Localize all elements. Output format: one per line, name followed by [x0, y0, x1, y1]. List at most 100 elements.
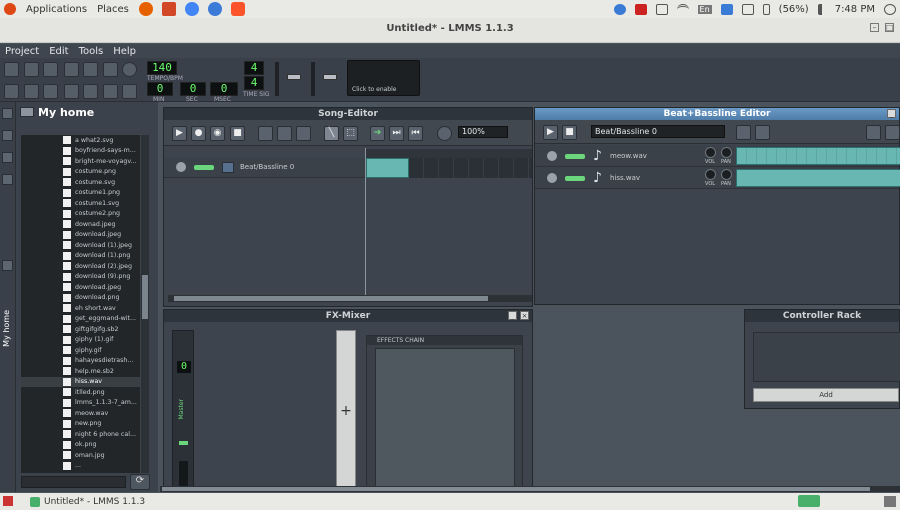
bb-add-automation-icon[interactable] — [755, 125, 770, 140]
file-item[interactable]: download.png — [21, 293, 140, 304]
file-item[interactable]: a what2.svg — [21, 135, 140, 146]
whats-this-icon[interactable] — [122, 62, 137, 77]
song-playhead[interactable] — [365, 148, 366, 300]
effects-chain-list[interactable] — [375, 348, 515, 488]
bb-track-row[interactable]: ♪ hiss.wav VOL PAN — [535, 167, 900, 189]
song-bb-pattern-block[interactable] — [366, 158, 409, 178]
project-notes-toggle-icon[interactable] — [103, 84, 118, 99]
add-automation-track-icon[interactable] — [296, 126, 311, 141]
fx-volume-fader[interactable] — [179, 461, 188, 489]
draw-mode-icon[interactable]: ╲ — [324, 126, 339, 141]
song-track-name[interactable]: Beat/Bassline 0 — [240, 163, 294, 171]
file-list[interactable]: a what2.svg boyfriend-says-m... bright-me-… — [21, 135, 140, 473]
file-item[interactable]: download.jpeg — [21, 230, 140, 241]
menu-edit[interactable]: Edit — [49, 46, 68, 57]
file-item[interactable]: ok.png — [21, 440, 140, 451]
my-samples-tab-icon[interactable] — [2, 152, 13, 163]
bb-remove-steps-icon[interactable] — [866, 125, 881, 140]
power-icon[interactable] — [884, 3, 896, 15]
sidebar-tab-my-home[interactable]: My home — [2, 310, 11, 347]
bluetooth-icon[interactable] — [720, 3, 733, 15]
vol-knob[interactable] — [705, 169, 716, 180]
bb-pattern-steps[interactable] — [736, 147, 900, 165]
automation-editor-toggle-icon[interactable] — [64, 84, 79, 99]
file-item[interactable]: costume2.png — [21, 209, 140, 220]
file-item[interactable]: download (9).png — [21, 272, 140, 283]
fx-mixer-title[interactable]: FX-Mixer — [164, 310, 532, 322]
volume-icon[interactable] — [817, 3, 826, 15]
bb-editor-title[interactable]: Beat+Bassline Editor — [535, 108, 899, 120]
places-menu[interactable]: Places — [97, 4, 129, 15]
open-project-icon[interactable] — [43, 62, 58, 77]
track-mute-led[interactable] — [194, 165, 214, 170]
loop-points-icon[interactable]: ⏭ — [389, 126, 404, 141]
file-item[interactable]: giphy.gif — [21, 345, 140, 356]
record-icon[interactable]: ● — [191, 126, 206, 141]
zoom-select[interactable]: 100% — [458, 126, 508, 138]
new-project-icon[interactable] — [4, 62, 19, 77]
file-item[interactable]: bright-me-voyagv... — [21, 156, 140, 167]
fx-close-icon[interactable]: × — [520, 311, 529, 320]
wifi-icon[interactable] — [676, 3, 689, 15]
file-item[interactable]: boyfriend-says-m... — [21, 146, 140, 157]
menu-help[interactable]: Help — [113, 46, 136, 57]
firefox-launcher-icon[interactable] — [138, 2, 153, 16]
mail-icon[interactable] — [741, 3, 754, 15]
add-sample-track-icon[interactable] — [277, 126, 292, 141]
song-horizontal-scrollbar[interactable] — [168, 295, 532, 302]
master-pitch-handle[interactable] — [323, 74, 337, 80]
file-item[interactable]: downad.jpeg — [21, 219, 140, 230]
trash-icon[interactable] — [884, 496, 896, 507]
bb-add-track-icon[interactable] — [736, 125, 751, 140]
keyboard-language[interactable]: En — [697, 4, 712, 14]
track-settings-gear-icon[interactable] — [176, 162, 186, 172]
song-scroll-thumb[interactable] — [174, 296, 488, 301]
stop-behavior-icon[interactable]: ⏮ — [408, 126, 423, 141]
file-item[interactable]: hahayesdietrash... — [21, 356, 140, 367]
minimize-icon[interactable]: – — [870, 23, 879, 32]
fx-mixer-toggle-icon[interactable] — [83, 84, 98, 99]
controller-rack-toggle-icon[interactable] — [122, 84, 137, 99]
fx-add-channel-button[interactable]: + — [336, 330, 356, 490]
bb-track-name[interactable]: meow.wav — [610, 152, 647, 160]
menu-tools[interactable]: Tools — [79, 46, 104, 57]
file-item[interactable]: help.me.sb2 — [21, 366, 140, 377]
master-volume-slider-track[interactable] — [275, 62, 279, 96]
file-item[interactable]: oman.jpg — [21, 450, 140, 461]
song-editor-title[interactable]: Song-Editor — [164, 108, 532, 120]
file-item[interactable]: costume.svg — [21, 177, 140, 188]
maximize-icon[interactable]: □ — [885, 23, 894, 32]
master-volume-handle[interactable] — [287, 74, 301, 80]
file-item[interactable]: night 6 phone cal... — [21, 429, 140, 440]
my-presets-tab-icon[interactable] — [2, 174, 13, 185]
my-projects-tab-icon[interactable] — [2, 130, 13, 141]
new-from-template-icon[interactable] — [24, 62, 39, 77]
update-icon[interactable] — [613, 3, 626, 15]
root-directory-tab-icon[interactable] — [2, 260, 13, 271]
brave-launcher-icon[interactable] — [230, 2, 245, 16]
export-project-icon[interactable] — [103, 62, 118, 77]
bb-minimize-icon[interactable]: _ — [887, 109, 896, 118]
play-icon[interactable]: ▶ — [172, 126, 187, 141]
vol-knob[interactable] — [705, 147, 716, 158]
bb-pattern-steps[interactable] — [736, 169, 900, 187]
effects-chain-label[interactable]: EFFECTS CHAIN — [367, 336, 522, 345]
add-bb-track-icon[interactable] — [258, 126, 273, 141]
select-mode-icon[interactable]: ⬚ — [343, 126, 358, 141]
file-item[interactable]: lmms_1.1.3-7_am... — [21, 398, 140, 409]
instrument-plugins-tab-icon[interactable] — [2, 108, 13, 119]
file-item[interactable]: hiss.wav — [21, 376, 140, 387]
file-item[interactable]: new.png — [21, 419, 140, 430]
file-item[interactable]: giphy (1).gif — [21, 335, 140, 346]
workspace-scroll-thumb[interactable] — [162, 487, 870, 491]
browser-scrollbar[interactable] — [141, 135, 149, 473]
browser-scroll-thumb[interactable] — [142, 275, 148, 319]
record-icon[interactable] — [634, 3, 647, 15]
tempo-display[interactable]: 140 — [147, 61, 177, 75]
file-item[interactable]: costume.png — [21, 167, 140, 178]
timesig-numerator[interactable]: 4 — [244, 61, 264, 75]
file-item[interactable]: meow.wav — [21, 408, 140, 419]
fx-minimize-icon[interactable]: _ — [508, 311, 517, 320]
song-timeline[interactable] — [366, 149, 532, 158]
workspace-horizontal-scrollbar[interactable] — [160, 486, 900, 492]
